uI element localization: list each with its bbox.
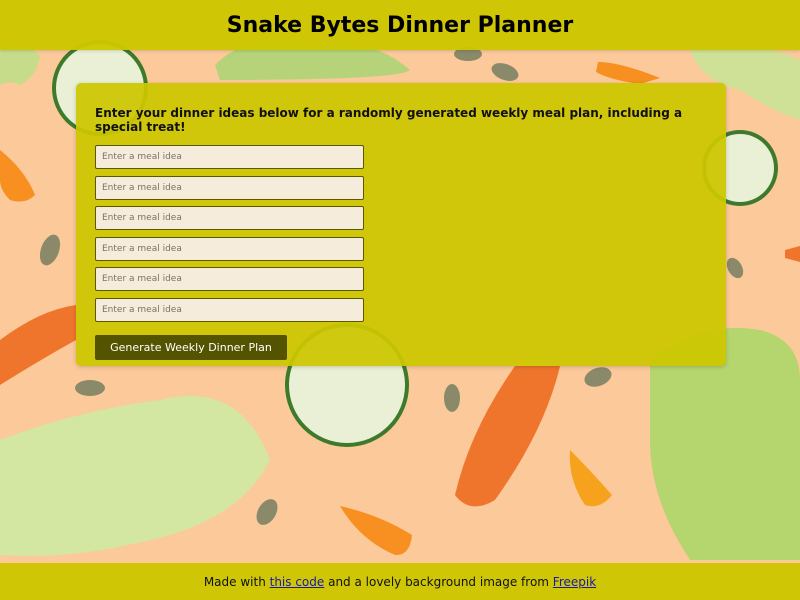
meal-input-5[interactable] <box>95 267 364 291</box>
meal-input-2[interactable] <box>95 175 364 200</box>
footer-text-before: Made with <box>203 574 270 589</box>
meal-input-1[interactable] <box>95 145 364 169</box>
footer-bar: Made with this code and a lovely backgro… <box>0 563 800 600</box>
footer-text-middle: and a lovely background image from <box>324 574 553 589</box>
meal-form-panel: Enter your dinner ideas below for a rand… <box>76 83 726 366</box>
freepik-link[interactable]: Freepik <box>553 575 596 589</box>
meal-input-4[interactable] <box>95 236 364 261</box>
generate-plan-button[interactable]: Generate Weekly Dinner Plan <box>95 335 287 360</box>
page-title: Snake Bytes Dinner Planner <box>226 12 574 38</box>
header-bar: Snake Bytes Dinner Planner <box>0 0 800 50</box>
meal-input-3[interactable] <box>95 206 364 230</box>
meal-input-6[interactable] <box>95 297 364 322</box>
this-code-link[interactable]: this code <box>270 575 325 589</box>
intro-text: Enter your dinner ideas below for a rand… <box>95 106 683 134</box>
